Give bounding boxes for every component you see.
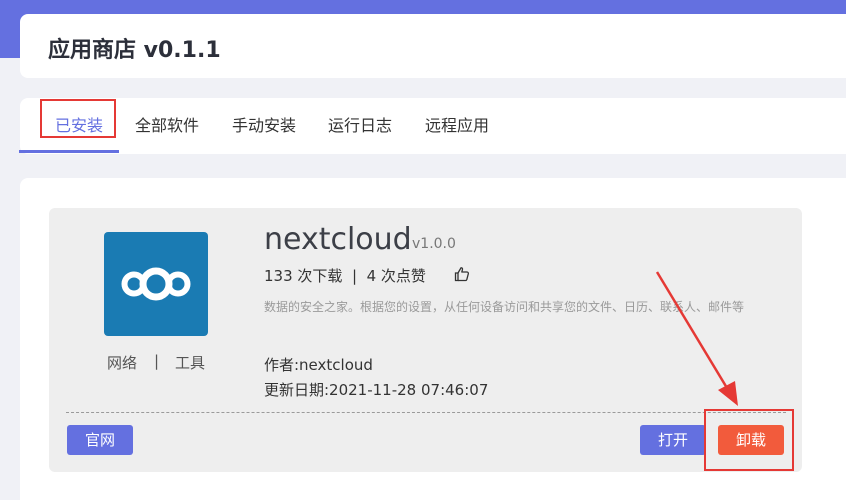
annotation-arrow-icon — [655, 271, 738, 406]
